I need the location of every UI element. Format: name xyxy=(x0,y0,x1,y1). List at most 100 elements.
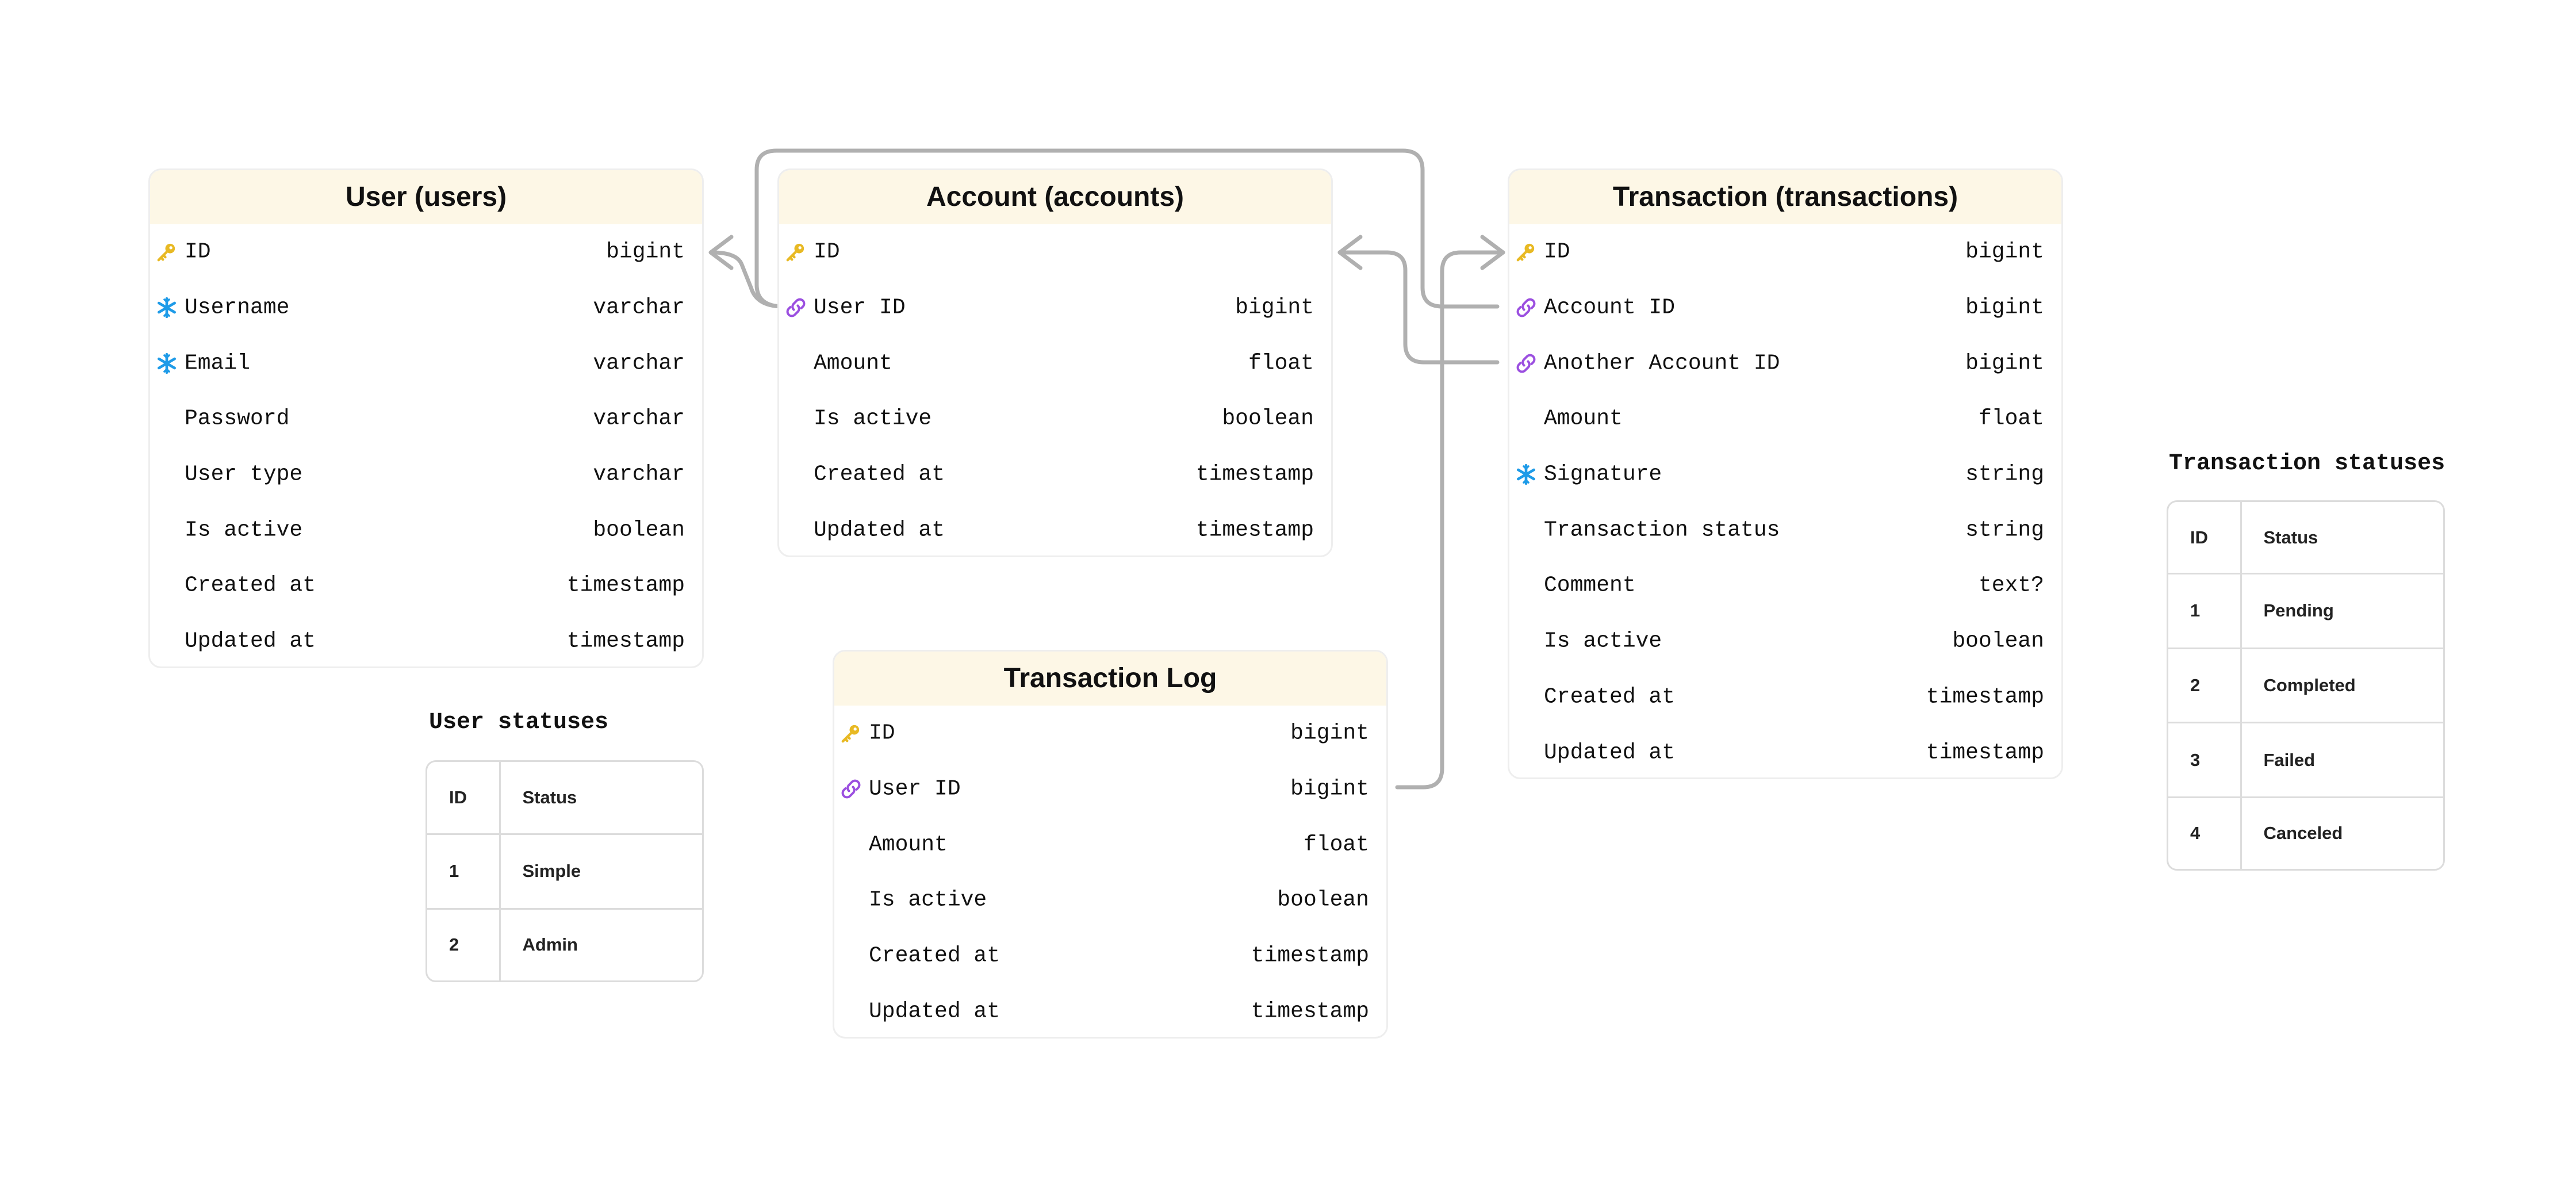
field-row[interactable]: Signature string xyxy=(1509,447,2061,503)
field-row[interactable]: Comment text? xyxy=(1509,558,2061,614)
field-row[interactable]: ID bigint xyxy=(150,224,702,280)
field-name: ID xyxy=(1544,239,1570,265)
entity-transaction-log[interactable]: Transaction Log ID bigint User ID bigint Amo… xyxy=(833,650,1388,1039)
field-name: Created at xyxy=(1544,684,1676,710)
field-row[interactable]: Transaction status string xyxy=(1509,502,2061,558)
field-type: timestamp xyxy=(1926,740,2044,765)
lookup-row: 3 Failed xyxy=(2168,722,2443,798)
field-row[interactable]: Amount float xyxy=(779,335,1331,391)
field-row[interactable]: Created at timestamp xyxy=(150,558,702,614)
field-row[interactable]: Updated at timestamp xyxy=(834,983,1386,1037)
lookup-id-cell: 3 xyxy=(2168,722,2242,798)
field-row[interactable]: Is active boolean xyxy=(1509,614,2061,669)
field-list: ID bigint User ID bigint Amount float Is activ… xyxy=(834,706,1386,1037)
lookup-header-cell: ID xyxy=(2168,502,2242,574)
field-type: timestamp xyxy=(1251,943,1369,968)
field-name: Email xyxy=(185,351,251,376)
user-statuses-table: ID Status 1 Simple 2 Admin xyxy=(425,760,704,982)
field-row[interactable]: ID bigint xyxy=(1509,224,2061,280)
field-type: varchar xyxy=(593,351,685,376)
user-statuses-title: User statuses xyxy=(429,710,609,735)
field-row[interactable]: Another Account ID bigint xyxy=(1509,335,2061,391)
field-type: boolean xyxy=(593,518,685,543)
field-name: Username xyxy=(185,295,290,320)
field-row[interactable]: Updated at timestamp xyxy=(779,502,1331,555)
lookup-row: 2 Completed xyxy=(2168,647,2443,723)
lookup-row: 2 Admin xyxy=(427,907,702,980)
field-row[interactable]: Is active boolean xyxy=(834,872,1386,928)
field-list: ID bigint Username varchar Email varchar Passw… xyxy=(150,224,702,666)
field-name: Is active xyxy=(185,518,303,543)
entity-title: Transaction Log xyxy=(834,652,1386,706)
field-name: Updated at xyxy=(1544,740,1676,765)
field-name: Password xyxy=(185,406,290,431)
entity-title: Transaction (transactions) xyxy=(1509,170,2061,224)
field-row[interactable]: Is active boolean xyxy=(779,391,1331,447)
lookup-id-cell: 4 xyxy=(2168,796,2242,869)
field-type: timestamp xyxy=(1195,462,1314,487)
field-name: Created at xyxy=(814,462,945,487)
field-list: ID bigint Account ID bigint Another Account … xyxy=(1509,224,2061,777)
entity-transactions[interactable]: Transaction (transactions) ID bigint Accou… xyxy=(1508,168,2063,779)
lookup-header-cell: Status xyxy=(2263,527,2318,547)
field-type: timestamp xyxy=(1926,684,2044,710)
transaction-statuses-title: Transaction statuses xyxy=(2169,451,2445,477)
field-row[interactable]: Account ID bigint xyxy=(1509,280,2061,336)
field-name: Created at xyxy=(185,573,316,598)
field-name: Amount xyxy=(814,351,892,376)
field-row[interactable]: Updated at timestamp xyxy=(1509,725,2061,777)
link-icon xyxy=(784,296,808,320)
field-row[interactable]: User ID bigint xyxy=(779,280,1331,336)
field-row[interactable]: User type varchar xyxy=(150,447,702,503)
field-row[interactable]: Amount float xyxy=(834,817,1386,872)
lookup-id-cell: 2 xyxy=(427,907,501,980)
connector-another-account-to-accounts xyxy=(1337,250,1500,365)
field-row[interactable]: Is active boolean xyxy=(150,502,702,558)
key-icon xyxy=(784,240,808,264)
lookup-header-cell: Status xyxy=(522,787,577,807)
lookup-grid: ID Status 1 Simple 2 Admin xyxy=(427,762,702,980)
field-type: timestamp xyxy=(566,573,685,598)
field-name: Comment xyxy=(1544,573,1636,598)
field-row[interactable]: Password varchar xyxy=(150,391,702,447)
field-type: bigint xyxy=(606,239,685,265)
field-type: text? xyxy=(1978,573,2044,598)
connector-arrowhead-transactions xyxy=(1480,235,1505,270)
field-type: timestamp xyxy=(1195,518,1314,543)
key-icon xyxy=(839,721,863,745)
field-type: bigint xyxy=(1965,239,2044,265)
field-name: User type xyxy=(185,462,303,487)
entity-accounts[interactable]: Account (accounts) ID User ID bigint Amount… xyxy=(777,168,1333,557)
field-row[interactable]: Created at timestamp xyxy=(834,928,1386,984)
field-row[interactable]: Username varchar xyxy=(150,280,702,336)
lookup-row: 4 Canceled xyxy=(2168,796,2443,869)
field-row[interactable]: Created at timestamp xyxy=(779,447,1331,503)
field-row[interactable]: User ID bigint xyxy=(834,761,1386,817)
field-name: Amount xyxy=(1544,406,1623,431)
field-type: float xyxy=(1248,351,1314,376)
field-name: Updated at xyxy=(869,999,1000,1024)
connector-log-user-to-transactions xyxy=(1395,250,1505,790)
field-row[interactable]: ID xyxy=(779,224,1331,280)
connector-user-id-to-users xyxy=(710,250,785,309)
field-type: bigint xyxy=(1290,721,1369,746)
field-row[interactable]: Created at timestamp xyxy=(1509,669,2061,725)
field-type: timestamp xyxy=(1251,999,1369,1024)
field-list: ID User ID bigint Amount float Is active boole… xyxy=(779,224,1331,555)
er-diagram-canvas: User (users) ID bigint Username varchar Emai… xyxy=(0,0,2576,1180)
field-row[interactable]: Email varchar xyxy=(150,335,702,391)
field-row[interactable]: Updated at timestamp xyxy=(150,614,702,666)
field-row[interactable]: Amount float xyxy=(1509,391,2061,447)
lookup-header-cell: ID xyxy=(427,762,501,834)
entity-users[interactable]: User (users) ID bigint Username varchar Emai… xyxy=(148,168,704,668)
lookup-status-cell: Completed xyxy=(2241,647,2443,723)
lookup-status-cell: Pending xyxy=(2241,573,2443,649)
field-type: string xyxy=(1965,462,2044,487)
field-name: Is active xyxy=(814,406,932,431)
field-name: ID xyxy=(869,721,895,746)
link-icon xyxy=(1514,296,1538,320)
connector-arrowhead-accounts xyxy=(1337,235,1363,270)
field-type: boolean xyxy=(1222,406,1314,431)
field-name: ID xyxy=(814,239,840,265)
field-row[interactable]: ID bigint xyxy=(834,706,1386,761)
